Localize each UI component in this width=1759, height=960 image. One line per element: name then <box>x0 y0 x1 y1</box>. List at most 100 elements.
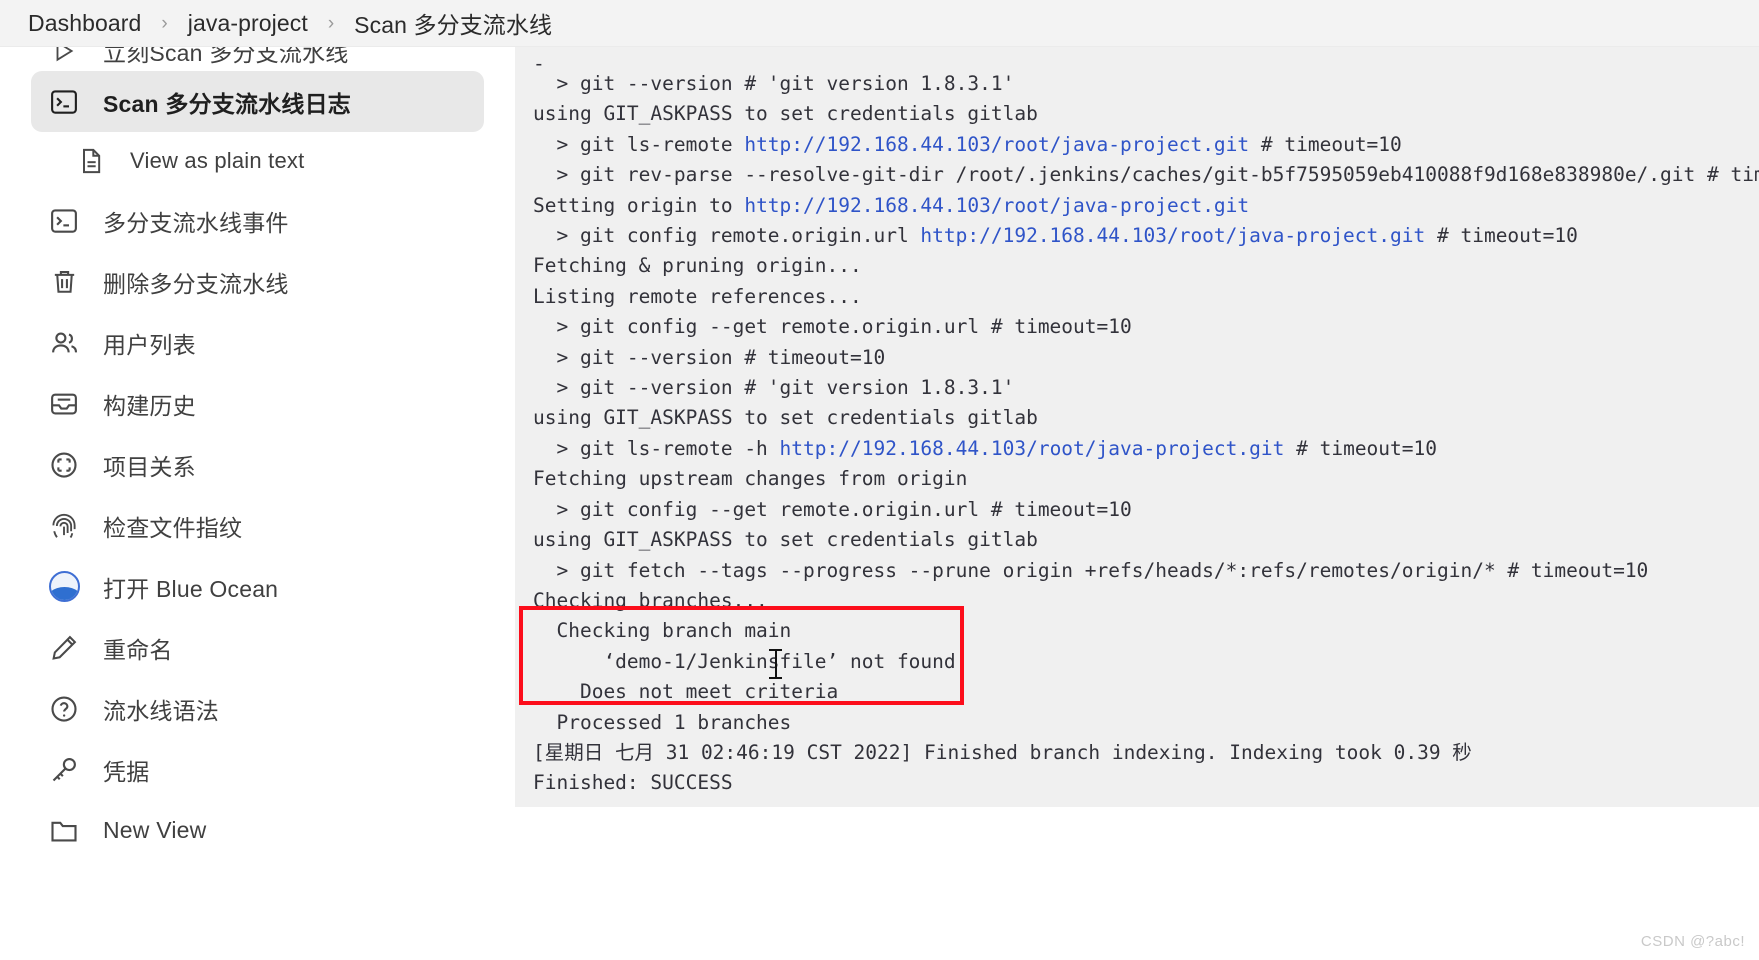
log-text: > git fetch --tags --progress --prune or… <box>533 558 1649 582</box>
console-log-line: using GIT_ASKPASS to set credentials git… <box>533 525 1759 555</box>
text-cursor-icon <box>769 649 782 679</box>
sidebar-item-rename[interactable]: 重命名 <box>31 617 484 678</box>
repo-url-link[interactable]: http://192.168.44.103/root/java-project.… <box>780 437 1285 460</box>
console-log-line: Setting origin to http://192.168.44.103/… <box>533 191 1759 221</box>
console-log-line: using GIT_ASKPASS to set credentials git… <box>533 99 1759 129</box>
sidebar-list: 立刻Scan 多分支流水线 Scan 多分支流水线日志 View as plai… <box>0 47 515 861</box>
watermark: CSDN @?abc! <box>1640 933 1745 950</box>
log-text: Finished: SUCCESS <box>533 771 733 795</box>
log-text: Fetching upstream changes from origin <box>533 467 968 491</box>
log-text: Processed 1 branches <box>533 710 792 734</box>
log-text: > git rev-parse --resolve-git-dir /root/… <box>533 163 1759 187</box>
key-icon <box>47 753 81 787</box>
console-log-line: > git --version # 'git version 1.8.3.1' <box>533 373 1759 403</box>
log-text: Checking branch main <box>533 619 792 643</box>
log-text: [星期日 七月 31 02:46:19 CST 2022] Finished b… <box>533 740 1472 764</box>
log-text: > git config remote.origin.url <box>533 224 921 248</box>
sidebar-item-label: 多分支流水线事件 <box>103 209 289 236</box>
blue-ocean-icon <box>47 570 81 604</box>
breadcrumb-item-scan-pipeline[interactable]: Scan 多分支流水线 <box>354 6 552 40</box>
breadcrumb-item-dashboard[interactable]: Dashboard <box>28 10 141 37</box>
repo-url-link[interactable]: http://192.168.44.103/root/java-project.… <box>744 133 1249 156</box>
sidebar-item-label: 检查文件指纹 <box>103 514 243 541</box>
log-text: > git --version # 'git version 1.8.3.1' <box>533 376 1015 400</box>
log-text: Setting origin to <box>533 193 745 217</box>
sidebar-item-label: Scan 多分支流水线日志 <box>103 90 351 117</box>
log-text: > git config --get remote.origin.url # t… <box>533 497 1132 521</box>
sidebar-item-label: View as plain text <box>130 148 305 173</box>
console-log-line: > git ls-remote http://192.168.44.103/ro… <box>533 130 1759 160</box>
log-text: using GIT_ASKPASS to set credentials git… <box>533 406 1038 430</box>
sidebar-item-pipeline-syntax[interactable]: 流水线语法 <box>31 678 484 739</box>
sidebar-item-label: 项目关系 <box>103 453 196 480</box>
log-text: > git config --get remote.origin.url # t… <box>533 315 1132 339</box>
jenkins-scan-log-page: Dashboard › java-project › Scan 多分支流水线 立… <box>0 0 1759 960</box>
console-log-line: Finished: SUCCESS <box>533 768 1759 798</box>
sidebar-item-label: 流水线语法 <box>103 697 219 724</box>
sidebar-item-check-fingerprint[interactable]: 检查文件指纹 <box>31 495 484 556</box>
sidebar-item-label: 删除多分支流水线 <box>103 270 289 297</box>
console-log-line: using GIT_ASKPASS to set credentials git… <box>533 403 1759 433</box>
sidebar-item-user-list[interactable]: 用户列表 <box>31 312 484 373</box>
console-output-text: - > git --version # 'git version 1.8.3.1… <box>515 47 1759 807</box>
breadcrumb-item-java-project[interactable]: java-project <box>188 10 308 37</box>
log-text: Listing remote references... <box>533 284 862 308</box>
breadcrumb: Dashboard › java-project › Scan 多分支流水线 <box>0 0 1759 47</box>
console-log-line: > git config --get remote.origin.url # t… <box>533 312 1759 342</box>
sidebar-item-credentials[interactable]: 凭据 <box>31 739 484 800</box>
console-log-line: Listing remote references... <box>533 282 1759 312</box>
console-output-panel[interactable]: - > git --version # 'git version 1.8.3.1… <box>515 47 1759 807</box>
terminal-icon <box>47 204 81 238</box>
sidebar-item-label: 重命名 <box>103 636 173 663</box>
sidebar-item-scan-now[interactable]: 立刻Scan 多分支流水线 <box>31 47 484 71</box>
play-icon <box>47 47 81 68</box>
console-log-line: Does not meet criteria <box>533 677 1759 707</box>
sidebar-item-label: 构建历史 <box>103 392 196 419</box>
sidebar-item-label: 打开 Blue Ocean <box>103 575 279 602</box>
sidebar-item-open-blue-ocean[interactable]: 打开 Blue Ocean <box>31 556 484 617</box>
log-text: Checking branches... <box>533 588 768 612</box>
chevron-right-icon: › <box>327 12 335 34</box>
log-text: Fetching & pruning origin... <box>533 254 862 278</box>
sidebar-item-project-relations[interactable]: 项目关系 <box>31 434 484 495</box>
repo-url-link[interactable]: http://192.168.44.103/root/java-project.… <box>920 224 1425 247</box>
repo-url-link[interactable]: http://192.168.44.103/root/java-project.… <box>744 194 1249 217</box>
folder-icon <box>47 814 81 848</box>
people-icon <box>47 326 81 360</box>
sidebar-item-scan-log[interactable]: Scan 多分支流水线日志 <box>31 71 484 132</box>
console-log-line: > git --version # 'git version 1.8.3.1' <box>533 69 1759 99</box>
console-log-line: > git rev-parse --resolve-git-dir /root/… <box>533 160 1759 190</box>
log-text: using GIT_ASKPASS to set credentials git… <box>533 102 1038 126</box>
console-log-line: > git fetch --tags --progress --prune or… <box>533 556 1759 586</box>
sidebar-item-new-view[interactable]: New View <box>31 800 484 861</box>
console-log-line: [星期日 七月 31 02:46:19 CST 2022] Finished b… <box>533 738 1759 768</box>
log-text: > git ls-remote -h <box>533 436 780 460</box>
document-icon <box>74 144 108 178</box>
sidebar-item-delete-pipeline[interactable]: 删除多分支流水线 <box>31 251 484 312</box>
console-log-lines: > git --version # 'git version 1.8.3.1' u… <box>533 69 1759 799</box>
sidebar-item-view-plain-text[interactable]: View as plain text <box>58 132 484 190</box>
console-log-line: Checking branches... <box>533 586 1759 616</box>
log-text: Does not meet criteria <box>533 680 839 704</box>
console-log-line: Fetching upstream changes from origin <box>533 464 1759 494</box>
log-text: # timeout=10 <box>1249 132 1402 156</box>
console-log-line: Processed 1 branches <box>533 708 1759 738</box>
sidebar-item-label: 凭据 <box>103 758 150 785</box>
log-text: # timeout=10 <box>1425 224 1578 248</box>
log-text: using GIT_ASKPASS to set credentials git… <box>533 528 1038 552</box>
console-line-partial: - <box>533 53 545 69</box>
console-log-line: > git config --get remote.origin.url # t… <box>533 495 1759 525</box>
sidebar-item-build-history[interactable]: 构建历史 <box>31 373 484 434</box>
console-log-line: > git ls-remote -h http://192.168.44.103… <box>533 434 1759 464</box>
sidebar-item-pipeline-events[interactable]: 多分支流水线事件 <box>31 190 484 251</box>
log-text: > git ls-remote <box>533 132 745 156</box>
log-text: > git --version # timeout=10 <box>533 345 886 369</box>
relations-icon <box>47 448 81 482</box>
chevron-right-icon: › <box>161 12 168 34</box>
console-log-line: Fetching & pruning origin... <box>533 251 1759 281</box>
console-log-line: > git config remote.origin.url http://19… <box>533 221 1759 251</box>
console-log-line: > git --version # timeout=10 <box>533 343 1759 373</box>
inbox-icon <box>47 387 81 421</box>
terminal-icon <box>47 85 81 119</box>
log-text: # timeout=10 <box>1284 436 1437 460</box>
